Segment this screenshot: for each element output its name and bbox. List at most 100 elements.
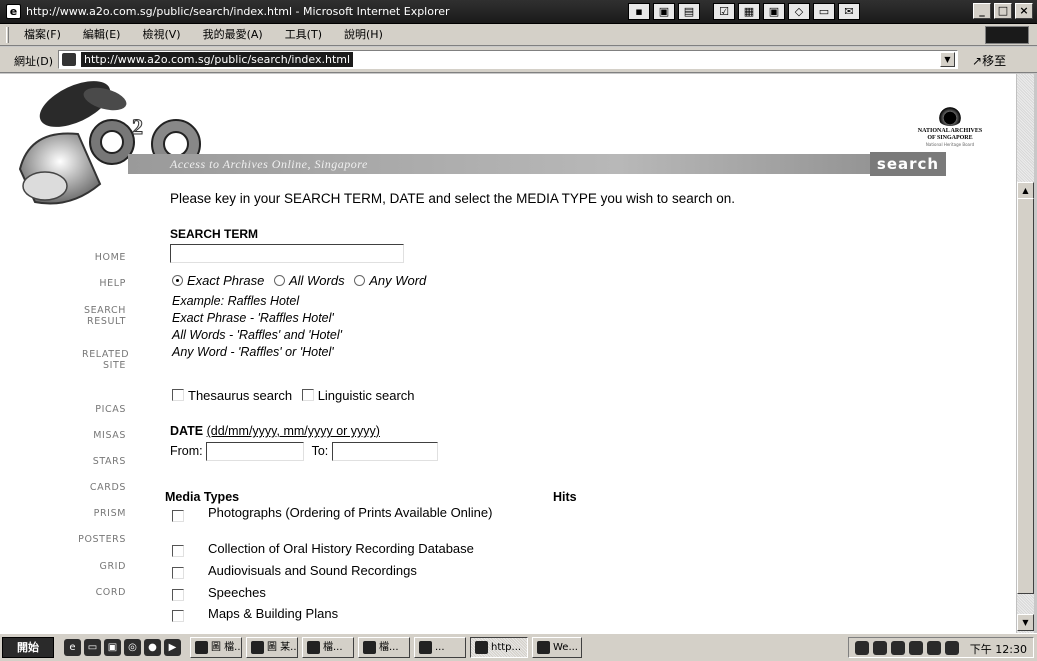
nav-help[interactable]: HELP — [46, 278, 126, 289]
title-tray-icons: ▪ ▣ ▤ ☑ ▦ ▣ ◇ ▭ ✉ — [628, 3, 860, 20]
clock[interactable]: 下午 12:30 — [970, 641, 1027, 657]
taskbar: 開始 e ▭ ▣ ◎ ● ▶ 圖 檔... 圖 某... 檔... 檔... .… — [0, 633, 1037, 661]
outlook-quicklaunch-icon[interactable]: ◎ — [124, 639, 141, 656]
nav-search-result[interactable]: SEARCH RESULT — [46, 305, 126, 327]
menu-tools[interactable]: 工具(T) — [283, 24, 324, 46]
page-content: 2 Access to Archives Online, Singapore s… — [0, 74, 1016, 633]
taskbar-task[interactable]: We... — [532, 637, 582, 658]
date-from-input[interactable] — [206, 442, 305, 461]
app-tray-icon[interactable] — [909, 641, 923, 655]
taskbar-task[interactable]: 檔... — [302, 637, 354, 658]
match-options: Exact Phrase All Words Any Word — [172, 273, 426, 288]
nav-posters[interactable]: POSTERS — [46, 534, 126, 545]
play-quicklaunch-icon[interactable]: ▶ — [164, 639, 181, 656]
archives-name-2: OF SINGAPORE — [927, 135, 973, 141]
taskbar-task[interactable]: 圖 檔... — [190, 637, 242, 658]
menu-view[interactable]: 檢視(V) — [140, 24, 182, 46]
media-label-maps: Maps & Building Plans — [208, 606, 339, 621]
scroll-up-icon[interactable]: ▲ — [1017, 182, 1034, 199]
ie-quicklaunch-icon[interactable]: e — [64, 639, 81, 656]
radio-all-words-label: All Words — [288, 273, 345, 288]
app-icon[interactable]: ☑ — [713, 3, 735, 20]
date-format-hint: (dd/mm/yyyy, mm/yyyy or yyyy) — [206, 424, 380, 438]
menu-help[interactable]: 說明(H) — [342, 24, 385, 46]
media-label-speeches: Speeches — [208, 585, 266, 600]
go-button[interactable]: ↗移至 — [972, 52, 1006, 69]
nav-picas[interactable]: PICAS — [46, 404, 126, 415]
media-checkbox-photographs[interactable] — [172, 510, 184, 522]
scroll-down-icon[interactable]: ▼ — [1017, 614, 1034, 631]
address-input[interactable]: http://www.a2o.com.sg/public/search/inde… — [58, 50, 958, 69]
scrollbar-thumb[interactable] — [1017, 198, 1034, 594]
nav-prism[interactable]: PRISM — [46, 508, 126, 519]
app-tray-icon[interactable] — [927, 641, 941, 655]
desktop-quicklaunch-icon[interactable]: ▣ — [104, 639, 121, 656]
media-checkbox-oral-history[interactable] — [172, 545, 184, 557]
archives-subtitle: National Heritage Board — [925, 142, 975, 147]
nav-grid[interactable]: GRID — [46, 561, 126, 572]
example-any: Any Word - 'Raffles' or 'Hotel' — [172, 345, 334, 359]
app-icon[interactable]: ✉ — [838, 3, 860, 20]
app-icon[interactable]: ▦ — [738, 3, 760, 20]
search-tab[interactable]: search — [870, 152, 946, 176]
svg-text:2: 2 — [132, 114, 143, 139]
app-icon[interactable]: ◇ — [788, 3, 810, 20]
media-checkbox-maps[interactable] — [172, 610, 184, 622]
from-label: From: — [170, 443, 203, 458]
banner-tagline: Access to Archives Online, Singapore — [170, 157, 368, 171]
start-button[interactable]: 開始 — [2, 637, 54, 658]
instructions-text: Please key in your SEARCH TERM, DATE and… — [170, 191, 735, 206]
app-icon[interactable]: ▣ — [763, 3, 785, 20]
maximize-button[interactable]: □ — [994, 3, 1012, 19]
menu-edit[interactable]: 編輯(E) — [81, 24, 123, 46]
chevron-down-icon[interactable]: ▼ — [940, 52, 955, 67]
app-icon[interactable]: ▪ — [628, 3, 650, 20]
taskbar-task-active[interactable]: http... — [470, 637, 528, 658]
date-to-input[interactable] — [331, 442, 438, 461]
radio-all-words[interactable] — [273, 275, 285, 286]
date-label-row: DATE (dd/mm/yyyy, mm/yyyy or yyyy) — [170, 424, 380, 438]
input-method-icon[interactable] — [945, 641, 959, 655]
page-icon — [62, 53, 76, 66]
nav-stars[interactable]: STARS — [46, 456, 126, 467]
app-icon[interactable]: ▤ — [678, 3, 700, 20]
media-quicklaunch-icon[interactable]: ● — [144, 639, 161, 656]
window-title: http://www.a2o.com.sg/public/search/inde… — [26, 5, 450, 18]
address-url[interactable]: http://www.a2o.com.sg/public/search/inde… — [81, 52, 354, 67]
app-icon[interactable]: ▭ — [813, 3, 835, 20]
menu-favorites[interactable]: 我的最愛(A) — [201, 24, 265, 46]
search-term-input[interactable] — [170, 244, 404, 263]
app-icon[interactable]: ▣ — [653, 3, 675, 20]
toolbar-grip[interactable] — [6, 27, 9, 43]
nav-related-site[interactable]: RELATED SITE — [46, 349, 129, 371]
thesaurus-checkbox[interactable] — [172, 389, 184, 401]
taskbar-task[interactable]: ... — [414, 637, 466, 658]
radio-any-word[interactable] — [354, 275, 366, 286]
close-button[interactable]: × — [1015, 3, 1033, 19]
nav-home[interactable]: HOME — [46, 252, 126, 263]
menu-file[interactable]: 檔案(F) — [22, 24, 63, 46]
linguistic-checkbox[interactable] — [301, 389, 314, 401]
taskbar-task[interactable]: 圖 某... — [246, 637, 298, 658]
network-icon[interactable] — [855, 641, 869, 655]
app-tray-icon[interactable] — [891, 641, 905, 655]
hits-header: Hits — [553, 490, 577, 504]
ie-icon[interactable]: e — [6, 4, 21, 19]
vertical-scrollbar[interactable]: ▲ ▼ — [1016, 74, 1034, 633]
minimize-button[interactable]: _ — [973, 3, 991, 19]
folder-quicklaunch-icon[interactable]: ▭ — [84, 639, 101, 656]
menu-bar: 檔案(F) 編輯(E) 檢視(V) 我的最愛(A) 工具(T) 說明(H) — [0, 24, 1037, 46]
nav-cards[interactable]: CARDS — [46, 482, 126, 493]
to-label: To: — [311, 443, 329, 458]
nav-cord[interactable]: CORD — [46, 587, 126, 598]
go-arrow-icon: ↗ — [972, 54, 983, 68]
nav-misas[interactable]: MISAS — [46, 430, 126, 441]
volume-icon[interactable] — [873, 641, 887, 655]
media-checkbox-audiovisuals[interactable] — [172, 567, 184, 579]
media-label-oral-history: Collection of Oral History Recording Dat… — [208, 541, 474, 556]
taskbar-task[interactable]: 檔... — [358, 637, 410, 658]
date-range-row: From: To: — [170, 442, 438, 461]
media-label-photographs: Photographs (Ordering of Prints Availabl… — [208, 505, 493, 520]
media-checkbox-speeches[interactable] — [172, 589, 184, 601]
radio-exact-phrase[interactable] — [172, 275, 183, 286]
